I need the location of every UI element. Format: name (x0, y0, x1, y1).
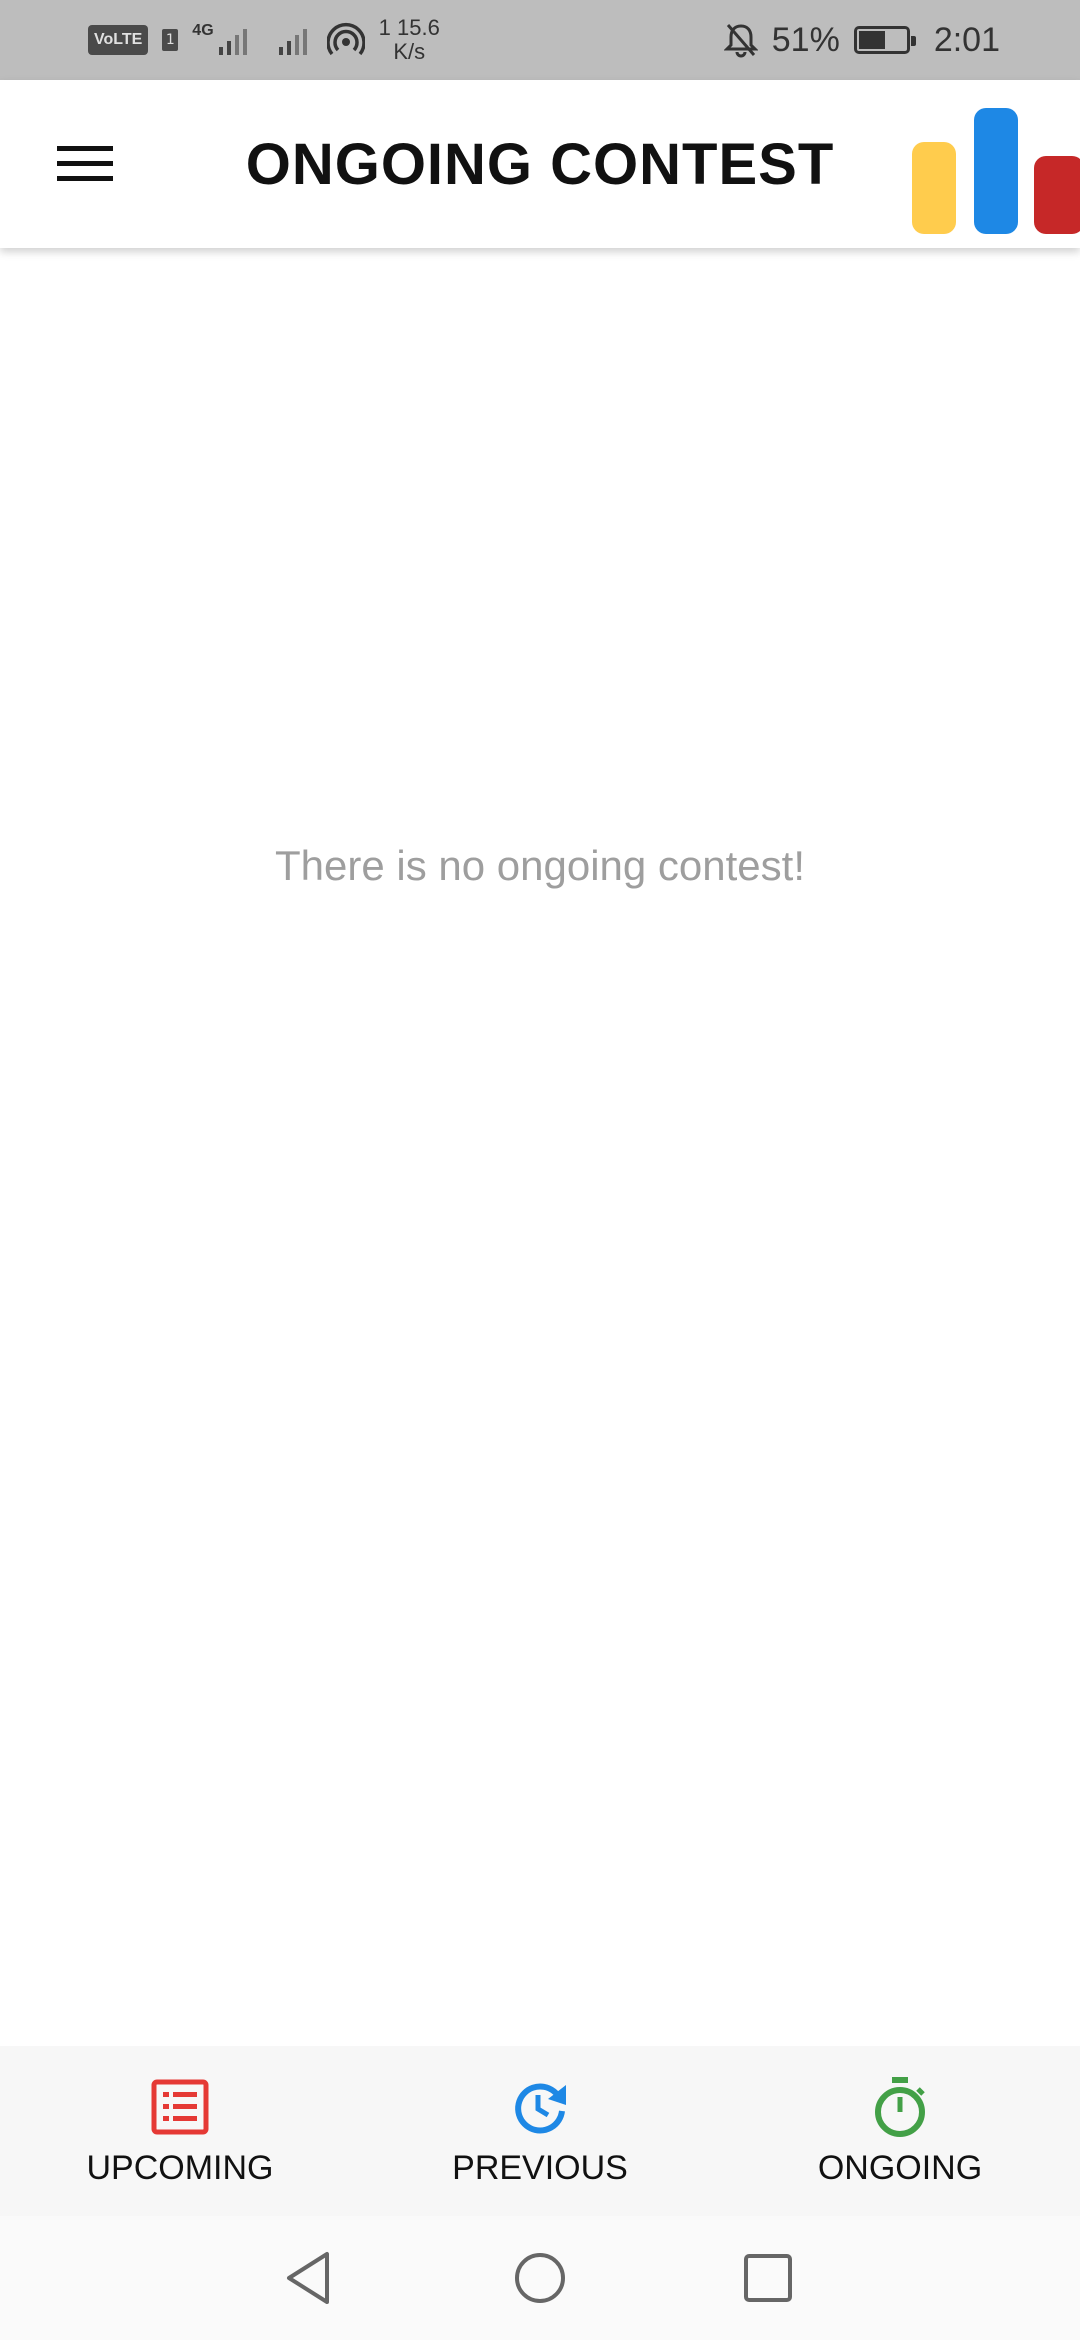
network-speed: 1 15.6 K/s (379, 16, 440, 64)
network-type-label: 4G (192, 22, 214, 39)
clock-time: 2:01 (933, 20, 1000, 59)
app-logo (912, 108, 1080, 234)
signal-bars-2-icon (278, 29, 307, 55)
network-speed-unit: K/s (393, 39, 426, 64)
sim-slot-badge: 1 (162, 29, 179, 51)
logo-bar-red (1034, 156, 1080, 234)
nav-upcoming-label: UPCOMING (86, 2148, 274, 2187)
nav-previous-label: PREVIOUS (452, 2148, 628, 2187)
signal-4g-icon: 4G (192, 22, 252, 55)
back-button[interactable] (268, 2238, 348, 2318)
nav-upcoming[interactable]: UPCOMING (0, 2046, 360, 2216)
network-speed-value: 1 15.6 (378, 15, 440, 40)
volte-badge: VoLTE (88, 25, 149, 55)
list-icon (148, 2075, 212, 2139)
hotspot-icon (326, 23, 365, 56)
status-bar: VoLTE 1 4G 1 15.6 K/s 51% 2:01 (0, 0, 1080, 80)
nav-previous[interactable]: PREVIOUS (360, 2046, 720, 2216)
system-navigation-bar (0, 2216, 1080, 2340)
back-icon (287, 2252, 329, 2304)
bell-off-icon (723, 24, 758, 58)
bottom-navigation: UPCOMING PREVIOUS ONGOING (0, 2046, 1080, 2216)
battery-icon (853, 26, 916, 54)
home-icon (515, 2253, 565, 2303)
nav-ongoing[interactable]: ONGOING (720, 2046, 1080, 2216)
history-icon (508, 2075, 572, 2139)
empty-state-message: There is no ongoing contest! (274, 842, 805, 889)
recents-icon (744, 2254, 792, 2302)
app-bar: ONGOING CONTEST (0, 80, 1080, 248)
stopwatch-icon (868, 2075, 932, 2139)
status-right: 51% 2:01 (723, 0, 1000, 80)
battery-percent: 51% (771, 20, 840, 59)
nav-ongoing-label: ONGOING (817, 2148, 983, 2187)
status-left: VoLTE 1 4G 1 15.6 K/s (88, 0, 440, 80)
recents-button[interactable] (728, 2238, 808, 2318)
home-button[interactable] (500, 2238, 580, 2318)
logo-bar-blue (974, 108, 1018, 234)
logo-bar-yellow (912, 142, 956, 234)
signal-bars-icon (218, 29, 247, 55)
